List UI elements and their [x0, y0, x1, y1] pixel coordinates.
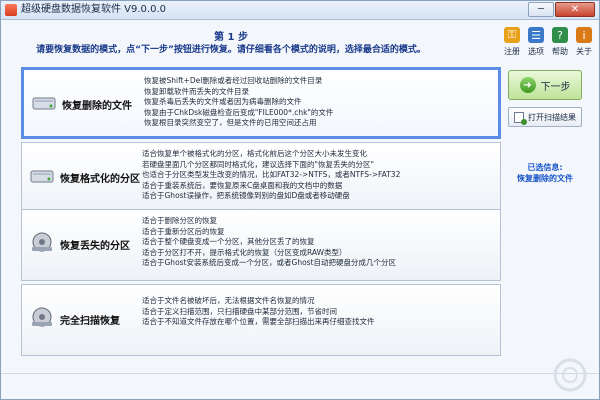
step-instruction: 请要恢复数据的模式，点“下一步”按钮进行恢复。请仔细看各个模式的说明，选择最合适… [36, 45, 426, 55]
open-scan-results-label: 打开扫描结果 [528, 112, 576, 122]
about-icon: i [576, 27, 592, 43]
open-file-icon [514, 111, 527, 125]
option-description: 适合于文件名被破坏后，无法根据文件名恢复的情况 适合于定义扫描范围，只扫描硬盘中… [142, 296, 497, 328]
minimize-icon: ─ [537, 4, 545, 15]
next-step-label: 下一步 [540, 81, 571, 93]
selected-info-value: 恢复删除的文件 [517, 174, 573, 183]
window-title: 超级硬盘数据恢复软件 V9.0.0.0 [21, 4, 167, 15]
arrow-right-icon: ➜ [519, 77, 536, 93]
close-icon: ✕ [570, 4, 580, 15]
option-line: 适合于分区打不开，提示格式化的恢复（分区变成RAW类型） [142, 247, 347, 257]
key-icon: ⚿ [504, 27, 520, 43]
option-line: 恢复根目录突然变空了，但是文件的已用空间还占用 [144, 118, 317, 127]
option-recover-lost-partition[interactable]: 恢复丢失的分区 适合于删除分区的恢复 适合于重新分区后的恢复 适合于整个硬盘变成… [21, 209, 501, 281]
option-title: 恢复格式化的分区 [60, 174, 140, 185]
option-line: 适合于整个硬盘变成一个分区，其他分区丢了的恢复 [142, 237, 315, 246]
close-button[interactable]: ✕ [555, 2, 595, 17]
option-title: 恢复删除的文件 [62, 101, 132, 112]
option-line: 适合于文件名被破坏后，无法根据文件名恢复的情况 [142, 296, 315, 305]
option-title: 恢复丢失的分区 [60, 241, 130, 252]
register-label: 注册 [504, 47, 520, 56]
open-scan-results-button[interactable]: 打开扫描结果 [508, 107, 582, 127]
footer [1, 373, 599, 399]
option-line: 适合于定义扫描范围，只扫描硬盘中某部分范围，节省时间 [142, 306, 337, 316]
option-line: 适合恢复单个被格式化的分区，格式化前后这个分区大小未发生变化 [142, 149, 367, 158]
app-icon [5, 4, 17, 16]
options-icon: ☰ [528, 27, 544, 43]
option-line: 恢复卸载软件而丢失的文件目录 [144, 86, 249, 96]
options-button[interactable]: ☰ 选项 [524, 25, 548, 63]
register-button[interactable]: ⚿ 注册 [500, 25, 524, 63]
disk-format-icon [30, 170, 54, 183]
option-recover-deleted[interactable]: 恢复删除的文件 恢复被Shift+Del删除或者经过回收站删除的文件目录 恢复卸… [21, 67, 501, 139]
option-line: 适合于Ghost安装系统后变成一个分区，或者Ghost自动把硬盘分成几个分区 [142, 258, 397, 267]
options-label: 选项 [528, 47, 544, 56]
option-full-scan[interactable]: 完全扫描恢复 适合于文件名被破坏后，无法根据文件名恢复的情况 适合于定义扫描范围… [21, 284, 501, 356]
help-icon: ? [552, 27, 568, 43]
option-line: 恢复被Shift+Del删除或者经过回收站删除的文件目录 [144, 76, 323, 85]
minimize-button[interactable]: ─ [528, 2, 554, 17]
option-line: 也适合于分区类型发生改变的情况，比如FAT32->NTFS，或者NTFS->FA… [142, 170, 401, 179]
option-recover-formatted[interactable]: 恢复格式化的分区 适合恢复单个被格式化的分区，格式化前后这个分区大小未发生变化 … [21, 142, 501, 214]
top-toolbar: ⚿ 注册 ☰ 选项 ? 帮助 i 关于 [500, 25, 598, 63]
option-line: 适合于Ghost误操作，把系统镜像到别的盘如D盘或者移动硬盘 [142, 191, 350, 200]
window-controls: ─ ✕ [527, 2, 595, 18]
disk-scan-icon [32, 307, 52, 327]
selected-info-label: 已选信息: [527, 163, 563, 172]
disk-partition-icon [32, 232, 52, 252]
option-line: 适合于重装系统后，要恢复原来C盘桌面和我的文档中的数据 [142, 180, 343, 190]
help-button[interactable]: ? 帮助 [548, 25, 572, 63]
option-description: 适合恢复单个被格式化的分区，格式化前后这个分区大小未发生变化 若硬盘里面几个分区… [142, 149, 497, 202]
option-line: 适合于删除分区的恢复 [142, 216, 217, 225]
option-line: 适合于重新分区后的恢复 [142, 226, 225, 236]
option-line: 适合于不知道文件存放在哪个位置，需要全部扫描出来再仔细查找文件 [142, 317, 375, 326]
option-line: 恢复由于ChkDsk磁盘检查后变成"FILE000*.chk"的文件 [144, 107, 334, 117]
option-line: 若硬盘里面几个分区都同时格式化，建议选择下面的"恢复丢失的分区" [142, 159, 374, 169]
app-window: 超级硬盘数据恢复软件 V9.0.0.0 ─ ✕ 第 1 步 请要恢复数据的模式，… [0, 0, 600, 400]
header: 第 1 步 请要恢复数据的模式，点“下一步”按钮进行恢复。请仔细看各个模式的说明… [1, 20, 599, 64]
about-label: 关于 [576, 47, 592, 56]
help-label: 帮助 [552, 47, 568, 56]
title-bar: 超级硬盘数据恢复软件 V9.0.0.0 ─ ✕ [1, 1, 599, 20]
step-title: 第 1 步 [214, 32, 248, 43]
next-step-button[interactable]: ➜ 下一步 [508, 70, 582, 100]
about-button[interactable]: i 关于 [572, 25, 596, 63]
option-description: 恢复被Shift+Del删除或者经过回收站删除的文件目录 恢复卸载软件而丢失的文… [144, 76, 499, 129]
option-description: 适合于删除分区的恢复 适合于重新分区后的恢复 适合于整个硬盘变成一个分区，其他分… [142, 216, 497, 269]
disk-recover-icon [32, 97, 56, 110]
option-line: 恢复杀毒后丢失的文件或者因为病毒删除的文件 [144, 97, 302, 106]
option-title: 完全扫描恢复 [60, 316, 120, 327]
